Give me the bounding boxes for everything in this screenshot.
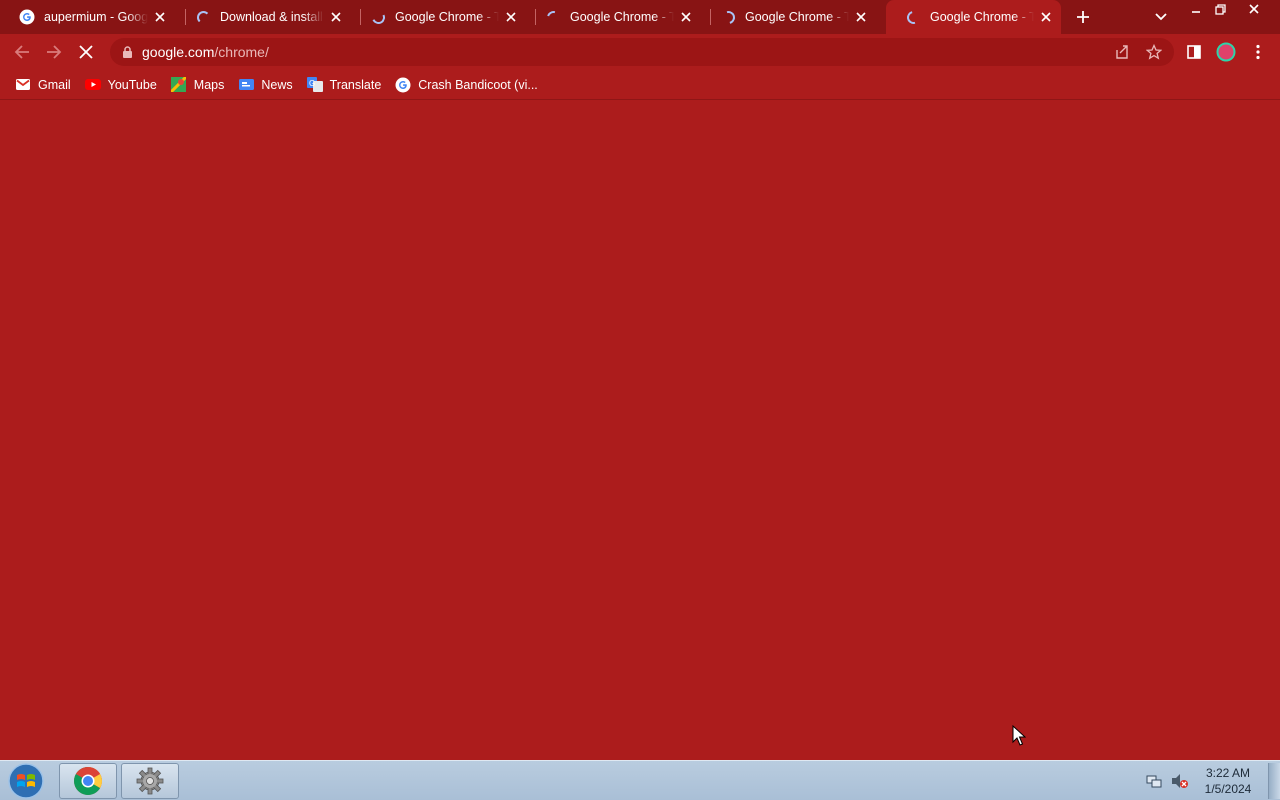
- minimize-icon: [1192, 11, 1200, 13]
- close-icon[interactable]: [1038, 9, 1054, 25]
- tab-0[interactable]: aupermium - Google: [0, 0, 175, 34]
- loading-spinner-icon: [195, 9, 211, 25]
- bookmark-label: YouTube: [107, 77, 157, 92]
- share-button[interactable]: [1108, 38, 1136, 66]
- loading-spinner-icon: [544, 8, 562, 26]
- bookmark-crash-bandicoot[interactable]: Crash Bandicoot (vi...: [388, 72, 545, 98]
- bookmark-label: News: [261, 77, 293, 92]
- bookmark-star-button[interactable]: [1140, 38, 1168, 66]
- plus-icon: [1077, 11, 1089, 23]
- bookmark-news[interactable]: News: [231, 72, 299, 98]
- taskbar-chrome[interactable]: [59, 763, 117, 799]
- loading-spinner-icon: [369, 8, 387, 26]
- bookmark-youtube[interactable]: YouTube: [78, 72, 164, 98]
- close-icon[interactable]: [328, 9, 344, 25]
- taskbar: 3:22 AM 1/5/2024: [0, 760, 1280, 800]
- side-panel-icon: [1187, 45, 1201, 59]
- bookmark-label: Gmail: [38, 77, 71, 92]
- tab-1[interactable]: Download & install Google Chrome: [176, 0, 351, 34]
- close-icon[interactable]: [503, 9, 519, 25]
- restore-icon: [1214, 3, 1226, 15]
- windows-logo-icon: [8, 763, 44, 799]
- clock-date: 1/5/2024: [1204, 782, 1252, 796]
- google-g-icon: [395, 77, 411, 93]
- menu-button[interactable]: [1244, 38, 1272, 66]
- more-vertical-icon: [1256, 44, 1260, 60]
- side-panel-button[interactable]: [1180, 38, 1208, 66]
- clock-time: 3:22 AM: [1205, 766, 1251, 780]
- youtube-icon: [84, 77, 101, 93]
- chrome-icon: [74, 767, 102, 795]
- close-window-button[interactable]: [1239, 0, 1269, 18]
- tab-search-button[interactable]: [1147, 3, 1175, 31]
- bookmarks-bar: Gmail YouTube Maps News G Translate Cras…: [0, 70, 1280, 100]
- close-icon[interactable]: [152, 9, 168, 25]
- gmail-icon: [15, 77, 31, 93]
- start-button[interactable]: [6, 762, 46, 800]
- maps-icon: [171, 77, 187, 93]
- svg-text:G: G: [309, 79, 315, 88]
- translate-icon: G: [306, 77, 323, 93]
- avatar: [1216, 42, 1236, 62]
- tab-title: Google Chrome - The: [930, 10, 1034, 24]
- network-tray-icon[interactable]: [1146, 773, 1162, 789]
- chevron-down-icon: [1155, 13, 1167, 21]
- tab-4[interactable]: Google Chrome - The: [701, 0, 876, 34]
- tab-title: aupermium - Google: [44, 10, 148, 24]
- stop-button[interactable]: [72, 38, 100, 66]
- tab-title: Download & install Google Chrome: [220, 10, 324, 24]
- url-path: /chrome/: [214, 44, 269, 60]
- gear-icon: [136, 767, 164, 795]
- toolbar: google.com/chrome/: [0, 34, 1280, 70]
- loading-spinner-icon: [904, 8, 922, 26]
- bookmark-translate[interactable]: G Translate: [300, 72, 389, 98]
- arrow-left-icon: [14, 45, 29, 59]
- tab-2[interactable]: Google Chrome - The: [351, 0, 526, 34]
- back-button[interactable]: [8, 38, 36, 66]
- share-icon: [1116, 45, 1128, 59]
- news-icon: [238, 77, 254, 93]
- bookmark-label: Crash Bandicoot (vi...: [418, 77, 538, 92]
- tab-strip: aupermium - Google Download & install Go…: [0, 0, 1280, 34]
- bookmark-maps[interactable]: Maps: [164, 72, 232, 98]
- google-g-icon: [19, 9, 35, 25]
- close-icon: [1249, 4, 1259, 14]
- taskbar-settings[interactable]: [121, 763, 179, 799]
- system-clock[interactable]: 3:22 AM 1/5/2024: [1196, 765, 1260, 797]
- restore-button[interactable]: [1205, 0, 1235, 18]
- forward-button[interactable]: [40, 38, 68, 66]
- new-tab-button[interactable]: [1069, 3, 1097, 31]
- loading-spinner-icon: [719, 8, 737, 26]
- profile-button[interactable]: [1212, 38, 1240, 66]
- url-host: google.com: [142, 44, 215, 60]
- arrow-right-icon: [47, 45, 62, 59]
- volume-muted-icon[interactable]: [1171, 773, 1189, 789]
- close-icon[interactable]: [678, 9, 694, 25]
- tab-title: Google Chrome - The: [395, 10, 499, 24]
- tab-title: Google Chrome - The: [745, 10, 849, 24]
- show-desktop-button[interactable]: [1268, 763, 1280, 799]
- url-text: google.com/chrome/: [142, 44, 269, 60]
- tab-5-active[interactable]: Google Chrome - The: [886, 0, 1061, 34]
- star-icon: [1146, 44, 1162, 60]
- close-icon[interactable]: [853, 9, 869, 25]
- bookmark-label: Translate: [329, 77, 382, 92]
- tab-3[interactable]: Google Chrome - The: [526, 0, 701, 34]
- bookmark-label: Maps: [193, 77, 225, 92]
- page-content[interactable]: [0, 101, 1280, 760]
- address-bar[interactable]: google.com/chrome/: [110, 38, 1174, 66]
- mouse-cursor-icon: [1012, 725, 1026, 746]
- lock-icon: [120, 45, 134, 59]
- tab-title: Google Chrome - The: [570, 10, 674, 24]
- bookmark-gmail[interactable]: Gmail: [8, 72, 78, 98]
- close-icon: [79, 45, 93, 59]
